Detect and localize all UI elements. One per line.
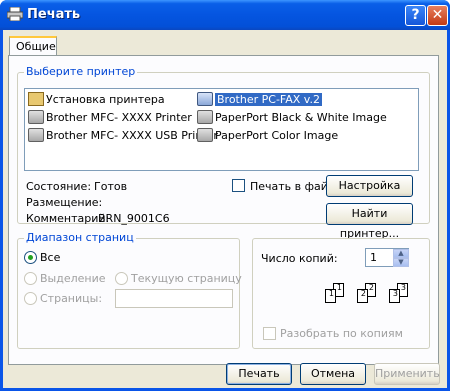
printer-item[interactable]: Brother MFC- XXXX Printer — [28, 109, 192, 125]
collate-label[interactable]: Разобрать по копиям — [280, 327, 403, 340]
copies-label: Число копий: — [261, 252, 338, 265]
printer-icon — [197, 110, 213, 124]
printer-name: PaperPort Color Image — [215, 128, 339, 142]
range-selection-radio[interactable] — [24, 272, 37, 285]
copies-group: Число копий: 1 ▲ ▼ 1 1 2 2 3 3 Разобрать… — [252, 238, 430, 349]
copies-up-icon[interactable]: ▲ — [393, 249, 409, 258]
status-value: Готов — [94, 180, 128, 193]
comment-value: BRN_9001C6 — [98, 212, 170, 225]
range-pages-radio[interactable] — [24, 292, 37, 305]
fax-icon — [197, 92, 213, 106]
apply-button[interactable]: Применить — [374, 363, 440, 385]
tab-general[interactable]: Общие — [9, 36, 57, 56]
collate-page-icon: 3 — [389, 289, 400, 303]
collate-page-icon: 2 — [357, 289, 368, 303]
close-button[interactable]: ✕ — [427, 5, 448, 26]
cancel-button[interactable]: Отмена — [300, 363, 366, 385]
printer-item-selected[interactable]: Brother PC-FAX v.2 — [197, 91, 322, 107]
comment-label: Комментарий: — [26, 212, 110, 225]
printer-icon — [28, 110, 44, 124]
printer-icon — [197, 128, 213, 142]
range-current-page-label[interactable]: Текущую страницу — [131, 272, 242, 285]
pages-input[interactable] — [115, 289, 233, 308]
printer-group: Выберите принтер Установка принтера Brot… — [17, 65, 430, 240]
printer-name: Brother MFC- XXXX Printer — [46, 110, 192, 124]
range-pages-label[interactable]: Страницы: — [40, 292, 102, 305]
status-label: Состояние: — [26, 180, 92, 193]
tab-panel-general: Выберите принтер Установка принтера Brot… — [8, 55, 439, 365]
print-dialog-window: Печать ? ✕ Общие Выберите принтер Устано… — [0, 0, 450, 391]
printer-icon — [7, 7, 23, 21]
printer-list[interactable]: Установка принтера Brother MFC- XXXX Pri… — [24, 88, 419, 171]
dialog-client-area: Общие Выберите принтер Установка принтер… — [3, 30, 447, 388]
collate-checkbox[interactable] — [263, 327, 276, 340]
printer-name: Brother MFC- XXXX USB Printer — [46, 128, 218, 142]
page-range-label: Диапазон страниц — [24, 231, 136, 244]
page-range-group: Диапазон страниц Все Выделение Текущую с… — [17, 231, 242, 349]
add-printer-icon — [28, 92, 44, 106]
copies-value: 1 — [370, 251, 377, 264]
range-all-label[interactable]: Все — [40, 251, 60, 264]
settings-button[interactable]: Настройка — [326, 175, 413, 197]
printer-item[interactable]: PaperPort Black & White Image — [197, 109, 387, 125]
printer-item[interactable]: Установка принтера — [28, 91, 165, 107]
range-all-radio[interactable] — [24, 251, 37, 264]
printer-item[interactable]: PaperPort Color Image — [197, 127, 338, 143]
copies-down-icon[interactable]: ▼ — [393, 258, 409, 267]
printer-name: PaperPort Black & White Image — [215, 110, 387, 124]
printer-item[interactable]: Brother MFC- XXXX USB Printer — [28, 127, 218, 143]
print-to-file-checkbox[interactable] — [232, 179, 245, 192]
location-label: Размещение: — [26, 196, 103, 209]
window-title: Печать — [27, 7, 81, 22]
find-printer-button[interactable]: Найти принтер... — [326, 203, 413, 240]
help-button[interactable]: ? — [405, 5, 426, 26]
print-button[interactable]: Печать — [226, 363, 292, 385]
printer-group-label: Выберите принтер — [24, 65, 138, 78]
printer-name: Brother PC-FAX v.2 — [215, 92, 322, 106]
title-bar[interactable]: Печать ? ✕ — [0, 0, 450, 30]
collate-page-icon: 1 — [325, 289, 336, 303]
print-to-file-label[interactable]: Печать в файл — [250, 180, 335, 193]
range-selection-label[interactable]: Выделение — [40, 272, 106, 285]
printer-icon — [28, 128, 44, 142]
printer-name: Установка принтера — [46, 92, 165, 106]
range-current-page-radio[interactable] — [115, 272, 128, 285]
